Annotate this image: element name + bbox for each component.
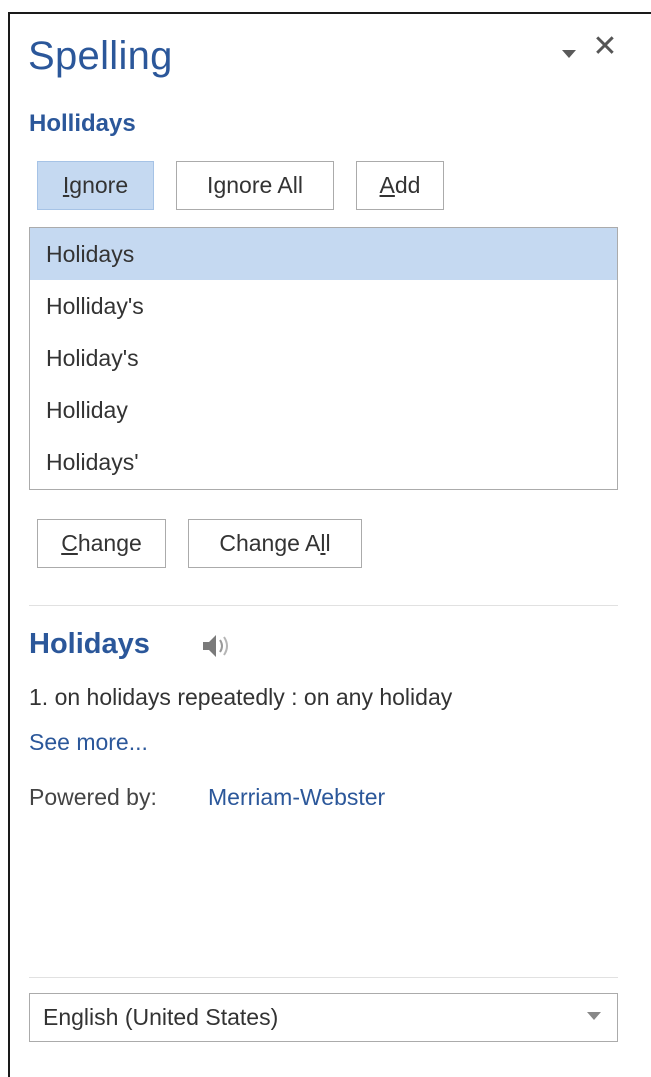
- ignore-label-post: gnore: [69, 172, 129, 198]
- bottom-divider: [29, 977, 618, 978]
- dropdown-arrow-icon: [587, 1012, 601, 1020]
- language-value: English (United States): [43, 1004, 279, 1030]
- language-dropdown[interactable]: English (United States): [29, 993, 618, 1042]
- ignore-all-label-post: nore All: [226, 172, 303, 198]
- ignore-button[interactable]: Ignore: [37, 161, 154, 210]
- suggestion-item[interactable]: Holliday: [30, 384, 617, 436]
- suggestion-item[interactable]: Holidays: [30, 228, 617, 280]
- ignore-all-label-key: g: [213, 172, 227, 198]
- suggestion-item[interactable]: Holliday's: [30, 280, 617, 332]
- misspelled-word: Hollidays: [29, 110, 136, 137]
- change-label-post: hange: [77, 530, 142, 556]
- powered-by-label: Powered by:: [29, 784, 157, 810]
- speaker-icon-graphic: [203, 635, 228, 657]
- definition-text: 1. on holidays repeatedly : on any holid…: [29, 684, 453, 710]
- change-button[interactable]: Change: [37, 519, 166, 568]
- change-label-key: C: [61, 530, 78, 556]
- dictionary-word: Holidays: [29, 628, 150, 660]
- change-all-label-pre: Change A: [219, 530, 321, 556]
- change-all-button[interactable]: Change All: [188, 519, 362, 568]
- add-label-key: A: [379, 172, 395, 198]
- suggestion-item[interactable]: Holidays': [30, 436, 617, 488]
- speaker-icon[interactable]: [194, 629, 234, 663]
- provider-link[interactable]: Merriam-Webster: [208, 784, 385, 811]
- suggestions-list[interactable]: Holidays Holliday's Holiday's Holliday H…: [29, 227, 618, 490]
- chevron-down-icon[interactable]: [556, 44, 580, 64]
- add-button[interactable]: Add: [356, 161, 444, 210]
- see-more-link[interactable]: See more...: [29, 729, 148, 756]
- change-all-label-post: l: [325, 530, 331, 556]
- close-icon[interactable]: ✕: [590, 30, 620, 64]
- section-divider: [29, 605, 618, 606]
- ignore-all-button[interactable]: Ig nore All: [176, 161, 334, 210]
- pane-title: Spelling: [28, 34, 173, 78]
- suggestion-item[interactable]: Holiday's: [30, 332, 617, 384]
- add-label-post: dd: [394, 172, 421, 198]
